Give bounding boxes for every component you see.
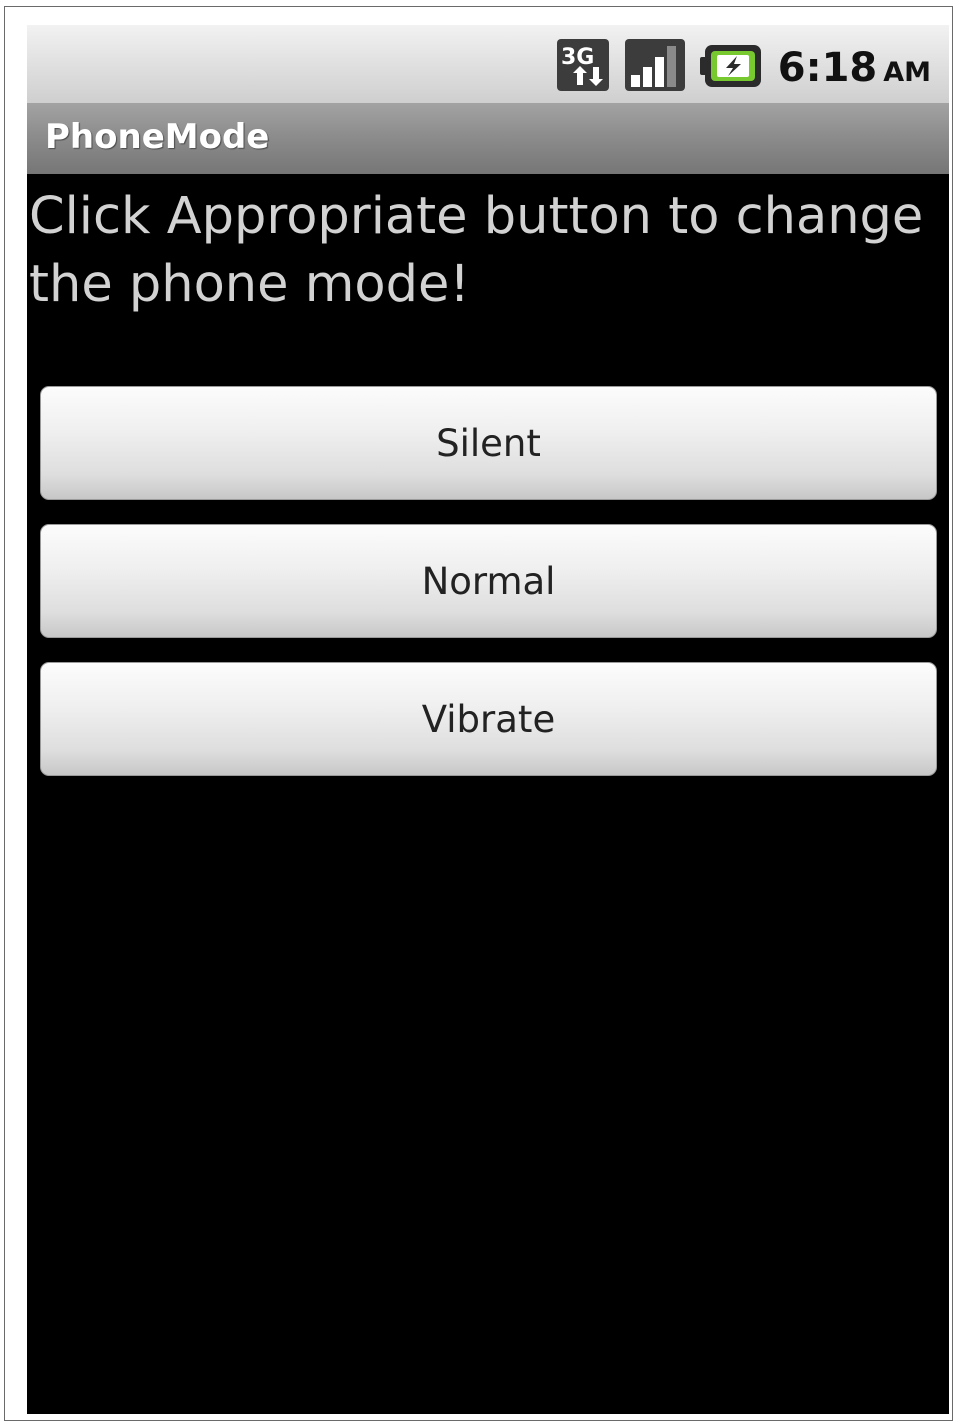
silent-button-label: Silent [436, 421, 541, 465]
status-bar: 3G 6:18 AM [27, 25, 949, 103]
vibrate-button-label: Vibrate [421, 697, 556, 741]
signal-strength-icon [625, 39, 685, 91]
clock-ampm: AM [883, 57, 931, 88]
battery-charging-icon [700, 45, 761, 87]
status-clock: 6:18 AM [778, 45, 931, 91]
normal-button-label: Normal [421, 559, 556, 603]
instruction-text: Click Appropriate button to change the p… [29, 187, 924, 314]
network-type-label: 3G [561, 45, 594, 70]
normal-button[interactable]: Normal [40, 524, 937, 638]
phone-screen: 3G 6:18 AM PhoneMode Click Appropriate b… [27, 25, 949, 1414]
clock-time: 6:18 [777, 45, 878, 91]
app-title-bar: PhoneMode [27, 103, 949, 174]
app-title: PhoneMode [45, 117, 270, 157]
silent-button[interactable]: Silent [40, 386, 937, 500]
3g-data-icon: 3G [557, 39, 609, 91]
device-frame: 3G 6:18 AM PhoneMode Click Appropriate b… [4, 6, 953, 1421]
vibrate-button[interactable]: Vibrate [40, 662, 937, 776]
